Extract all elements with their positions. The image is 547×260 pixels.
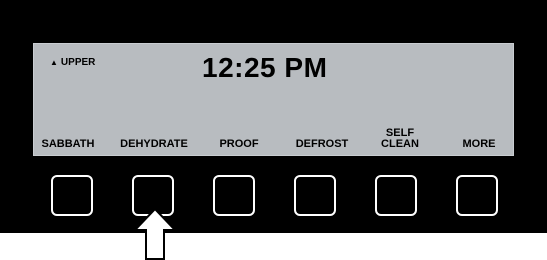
softkey-label-proof: PROOF xyxy=(219,138,259,150)
softkey-label-sabbath: SABBATH xyxy=(41,138,95,150)
control-panel: ▲ UPPER 12:25 PM SABBATH DEHYDRATE PROOF … xyxy=(0,0,547,233)
softkey-label-defrost: DEFROST xyxy=(295,138,349,150)
up-triangle-icon: ▲ xyxy=(50,58,58,67)
softkey-label-more: MORE xyxy=(462,138,496,150)
defrost-button[interactable] xyxy=(294,175,336,216)
upper-label: UPPER xyxy=(60,57,96,68)
more-button[interactable] xyxy=(456,175,498,216)
softkey-label-dehydrate: DEHYDRATE xyxy=(120,138,188,150)
up-arrow-icon xyxy=(133,208,177,260)
softkey-label-self-clean: SELF CLEAN xyxy=(381,127,419,150)
lcd-display: ▲ UPPER 12:25 PM SABBATH DEHYDRATE PROOF … xyxy=(33,43,514,156)
self-clean-button[interactable] xyxy=(375,175,417,216)
proof-button[interactable] xyxy=(213,175,255,216)
upper-oven-indicator: ▲ UPPER xyxy=(50,57,150,68)
sabbath-button[interactable] xyxy=(51,175,93,216)
clock-display: 12:25 PM xyxy=(202,52,328,83)
